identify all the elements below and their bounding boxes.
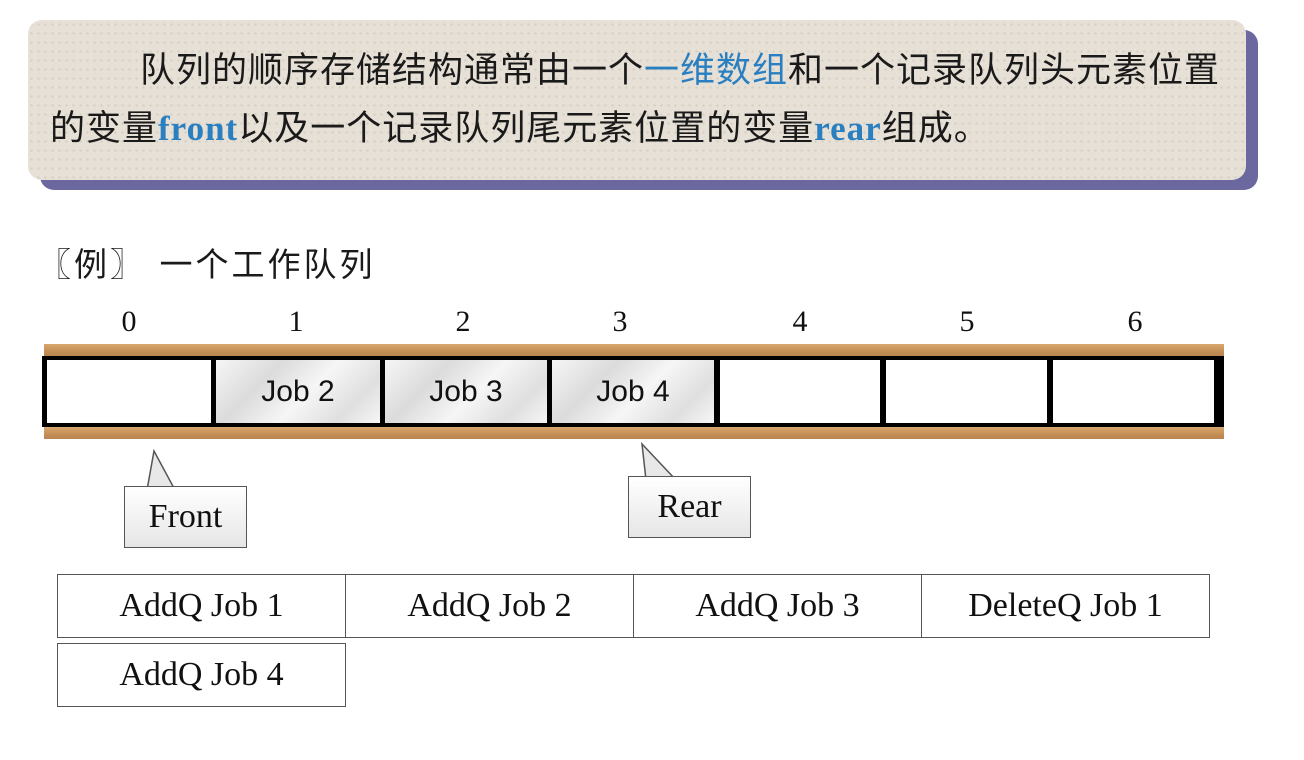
index-label: 2 — [455, 305, 471, 338]
rear-callout: Rear — [628, 476, 751, 538]
intro-text-part1: 队列的顺序存储结构通常由一个 — [140, 51, 645, 91]
operation-cell: AddQ Job 1 — [57, 574, 346, 638]
queue-cell: Job 2 — [216, 360, 380, 423]
array-rail-bottom — [44, 427, 1224, 439]
operation-cell: AddQ Job 4 — [57, 643, 346, 707]
array-rail-top — [44, 344, 1224, 356]
operation-cell: AddQ Job 3 — [633, 574, 922, 638]
queue-cell — [47, 360, 211, 423]
queue-cell: Job 3 — [385, 360, 547, 423]
index-label: 5 — [959, 305, 975, 338]
intro-box: 队列的顺序存储结构通常由一个一维数组和一个记录队列头元素位置的变量front以及… — [28, 20, 1246, 180]
highlight-front: front — [158, 109, 239, 148]
operation-cell: AddQ Job 2 — [345, 574, 634, 638]
intro-text: 队列的顺序存储结构通常由一个一维数组和一个记录队列头元素位置的变量front以及… — [50, 42, 1230, 158]
queue-cell: Job 4 — [552, 360, 714, 423]
operation-cell: DeleteQ Job 1 — [921, 574, 1210, 638]
index-label: 6 — [1127, 305, 1143, 338]
index-label: 4 — [792, 305, 808, 338]
front-callout: Front — [124, 486, 247, 548]
example-title: 〖例〗 一个工作队列 — [38, 245, 376, 284]
highlight-array: 一维数组 — [644, 51, 789, 91]
queue-cell — [720, 360, 880, 423]
index-label: 1 — [288, 305, 304, 338]
queue-cell — [886, 360, 1047, 423]
intro-text-part4: 组成。 — [881, 109, 990, 149]
index-label: 0 — [121, 305, 137, 338]
queue-array: Job 2 Job 3 Job 4 — [42, 356, 1224, 427]
queue-cell — [1053, 360, 1214, 423]
index-label: 3 — [612, 305, 628, 338]
highlight-rear: rear — [814, 109, 882, 148]
intro-text-part3: 以及一个记录队列尾元素位置的变量 — [238, 109, 815, 149]
